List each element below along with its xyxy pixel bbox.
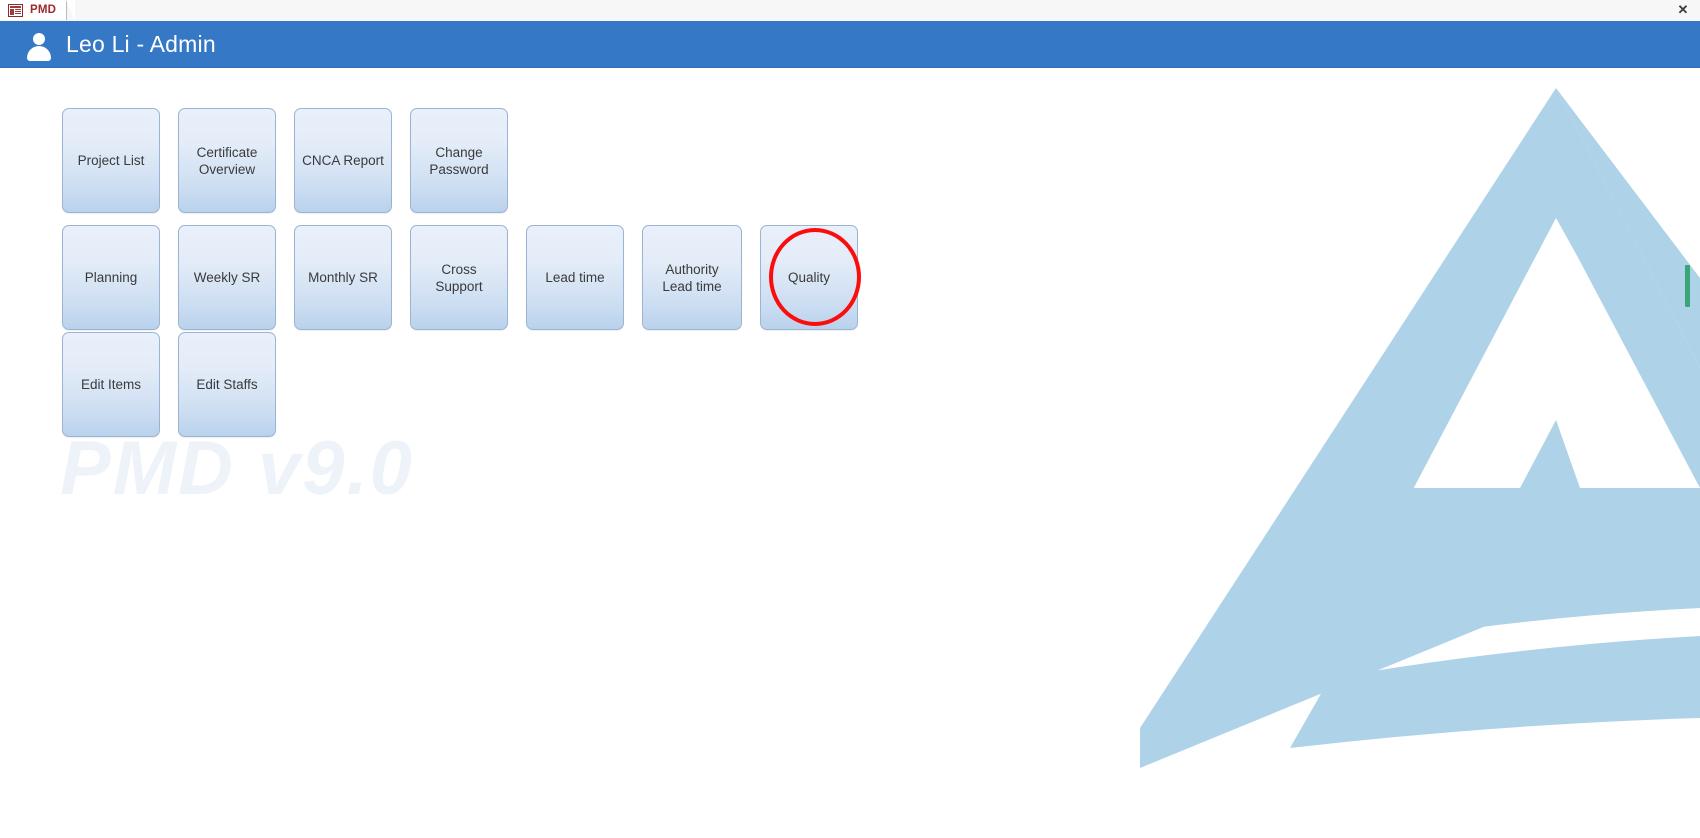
menu-button-label: Certificate Overview <box>196 144 258 177</box>
form-table-icon <box>8 3 23 17</box>
tab-label: PMD <box>30 4 57 16</box>
app-header: Leo Li - Admin <box>0 21 1700 68</box>
menu-button-label: Planning <box>84 270 138 285</box>
menu-button-edit-staffs[interactable]: Edit Staffs <box>178 332 276 437</box>
menu-button-edit-items[interactable]: Edit Items <box>62 332 160 437</box>
menu-button-label: Cross Support <box>435 261 483 294</box>
menu-button-lead-time[interactable]: Lead time <box>526 225 624 330</box>
menu-button-weekly-sr[interactable]: Weekly SR <box>178 225 276 330</box>
company-triangle-logo <box>1140 68 1700 768</box>
menu-row-2: Planning Weekly SR Monthly SR Cross Supp… <box>62 225 876 330</box>
menu-button-cnca-report[interactable]: CNCA Report <box>294 108 392 213</box>
menu-row-3: Edit Items Edit Staffs <box>62 332 294 437</box>
menu-button-label: Quality <box>787 270 831 285</box>
close-icon[interactable]: ✕ <box>1672 0 1694 20</box>
menu-button-label: CNCA Report <box>302 153 384 168</box>
tab-strip: PMD ✕ <box>0 0 1700 22</box>
menu-button-change-password[interactable]: Change Password <box>410 108 508 213</box>
menu-button-monthly-sr[interactable]: Monthly SR <box>294 225 392 330</box>
menu-button-label: Weekly SR <box>193 270 261 285</box>
menu-button-label: Authority Lead time <box>662 261 722 294</box>
menu-button-quality[interactable]: Quality <box>760 225 858 330</box>
menu-button-authority-lead-time[interactable]: Authority Lead time <box>642 225 742 330</box>
page-title: Leo Li - Admin <box>66 30 216 57</box>
application-window: PMD ✕ Leo Li - Admin PMD v9.0 Project Li… <box>0 0 1700 838</box>
menu-button-project-list[interactable]: Project List <box>62 108 160 213</box>
menu-row-1: Project List Certificate Overview CNCA R… <box>62 108 526 213</box>
menu-button-planning[interactable]: Planning <box>62 225 160 330</box>
menu-button-certificate-overview[interactable]: Certificate Overview <box>178 108 276 213</box>
menu-button-label: Project List <box>77 153 145 168</box>
menu-button-label: Lead time <box>545 270 605 285</box>
vertical-scrollbar-thumb[interactable] <box>1685 265 1690 307</box>
tab-pmd[interactable]: PMD <box>0 0 76 20</box>
menu-button-label: Edit Staffs <box>196 377 258 392</box>
menu-button-label: Edit Items <box>80 377 142 392</box>
user-avatar-icon <box>26 30 52 61</box>
menu-button-label: Monthly SR <box>308 270 378 285</box>
menu-button-cross-support[interactable]: Cross Support <box>410 225 508 330</box>
menu-button-label: Change Password <box>429 144 489 177</box>
app-version-watermark: PMD v9.0 <box>60 426 414 511</box>
